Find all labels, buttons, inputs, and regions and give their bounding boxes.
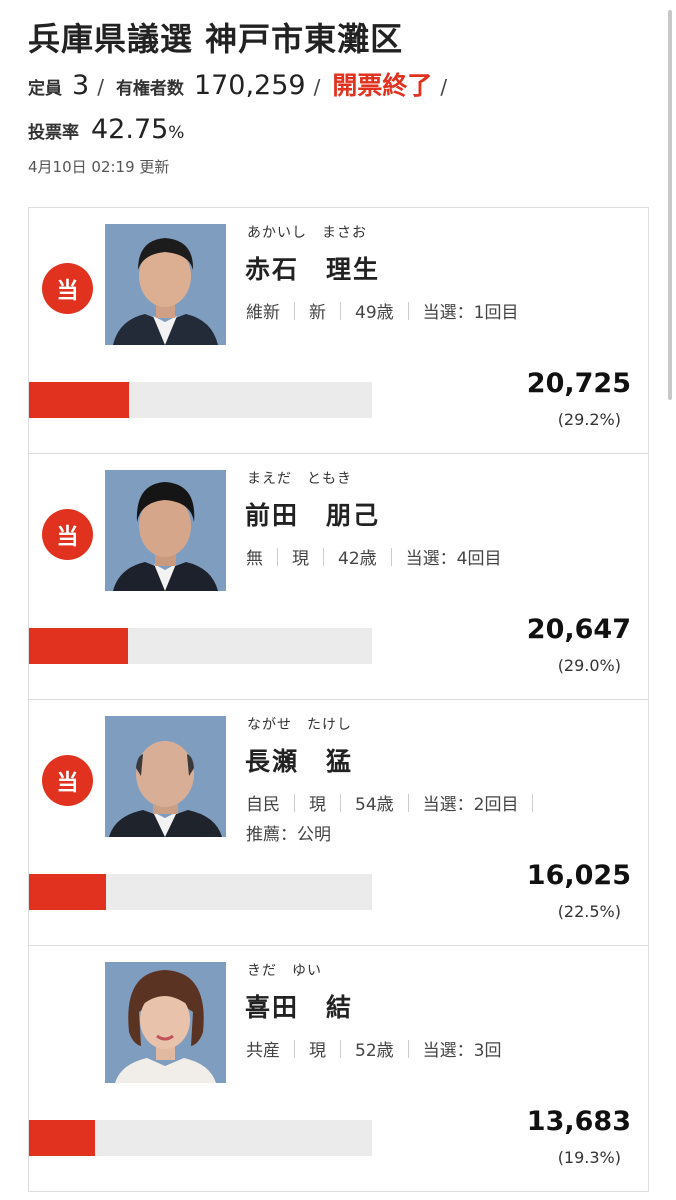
divider [407,1039,409,1058]
seats-value: 3 [72,70,90,101]
candidate-wins: 当選：3回 [422,1041,502,1061]
summary-line: 定員 3 / 有権者数 170,259 / 開票終了 / [28,66,459,102]
divider [407,301,409,320]
vote-share-bar [29,874,372,910]
divider [340,1039,341,1058]
candidate-list: 当 あかいし まさお 赤石 理生 維新 新 49歳 当選：1回目 20,725 … [28,207,649,1192]
vote-share: (29.0%) [557,656,621,675]
vote-share: (22.5%) [557,902,621,921]
candidate-meta: 無 現 42歳 当選：4回目 [246,544,501,569]
vote-count: 16,025 [526,860,631,891]
turnout-label: 投票率 [28,123,79,143]
candidate-name: 赤石 理生 [245,255,381,284]
page-title: 兵庫県議選 神戸市東灘区 [28,20,404,58]
portrait-image [105,716,226,837]
elected-badge: 当 [42,755,93,806]
divider [390,547,392,566]
candidate-photo [105,962,226,1083]
divider [294,1039,295,1058]
candidate-photo [105,716,226,837]
candidate-status: 現 [292,549,309,569]
vote-count: 13,683 [526,1106,631,1137]
candidate-card[interactable]: 当 ながせ たけし 長瀬 猛 自民 現 54歳 当選：2回目 推薦：公明 16,… [28,700,649,946]
candidate-kana: まえだ ともき [247,471,352,487]
separator: / [97,75,104,99]
candidate-status: 現 [309,795,326,815]
candidate-wins: 当選：4回目 [405,549,502,569]
voters-label: 有権者数 [115,79,184,99]
candidate-age: 52歳 [355,1041,394,1061]
elected-badge: 当 [42,263,93,314]
vote-share-fill [29,1120,96,1156]
candidate-age: 49歳 [355,303,394,323]
candidate-wins: 当選：2回目 [422,795,519,815]
divider [323,547,324,566]
portrait-image [105,224,226,345]
candidate-kana: あかいし まさお [247,225,367,241]
candidate-wins: 当選：1回目 [422,303,519,323]
vote-share-bar [29,382,372,418]
candidate-photo [105,224,226,345]
candidate-party: 自民 [246,795,280,815]
divider [294,793,295,812]
vote-count: 20,647 [526,614,631,645]
vote-share: (19.3%) [557,1148,621,1167]
divider [294,301,295,320]
candidate-card[interactable]: 当 まえだ ともき 前田 朋己 無 現 42歳 当選：4回目 20,647 (2… [28,454,649,700]
elected-badge: 当 [42,509,93,560]
portrait-image [105,470,226,591]
vote-share-bar [29,1120,372,1156]
candidate-photo [105,470,226,591]
candidate-meta: 共産 現 52歳 当選：3回 [246,1036,501,1061]
vote-share-bar [29,628,372,664]
divider [407,793,409,812]
candidate-party: 共産 [246,1041,280,1061]
candidate-status: 新 [309,303,326,323]
turnout-line: 投票率 42.75 % [28,114,184,145]
candidate-endorsement: 推薦：公明 [246,825,331,845]
vote-share-fill [29,382,130,418]
candidate-status: 現 [309,1041,326,1061]
candidate-name: 前田 朋己 [245,501,381,530]
updated-timestamp: 4月10日 02:19 更新 [28,158,170,176]
turnout-unit: % [168,123,185,143]
candidate-kana: きだ ゆい [247,963,322,979]
vote-count: 20,725 [526,368,631,399]
scrollbar[interactable] [668,10,672,400]
candidate-kana: ながせ たけし [247,717,352,733]
vote-share-fill [29,874,107,910]
candidate-card[interactable]: きだ ゆい 喜田 結 共産 現 52歳 当選：3回 13,683 (19.3%) [28,946,649,1192]
divider [340,301,341,320]
portrait-image [105,962,226,1083]
count-status: 開票終了 [332,71,433,100]
candidate-meta: 維新 新 49歳 当選：1回目 [246,298,518,323]
candidate-party: 維新 [246,303,280,323]
candidate-party: 無 [246,549,263,569]
separator: / [313,75,321,99]
candidate-name: 長瀬 猛 [245,747,354,776]
candidate-age: 42歳 [338,549,377,569]
separator: / [440,75,448,99]
vote-share: (29.2%) [557,410,621,429]
candidate-name: 喜田 結 [245,993,354,1022]
vote-share-fill [29,628,129,664]
candidate-meta: 自民 現 54歳 当選：2回目 [246,790,547,815]
divider [340,793,341,812]
voters-value: 170,259 [193,70,306,101]
divider [277,547,278,566]
divider [532,793,534,812]
seats-label: 定員 [28,79,62,99]
candidate-age: 54歳 [355,795,394,815]
turnout-value: 42.75 [91,114,169,145]
candidate-card[interactable]: 当 あかいし まさお 赤石 理生 維新 新 49歳 当選：1回目 20,725 … [28,208,649,454]
